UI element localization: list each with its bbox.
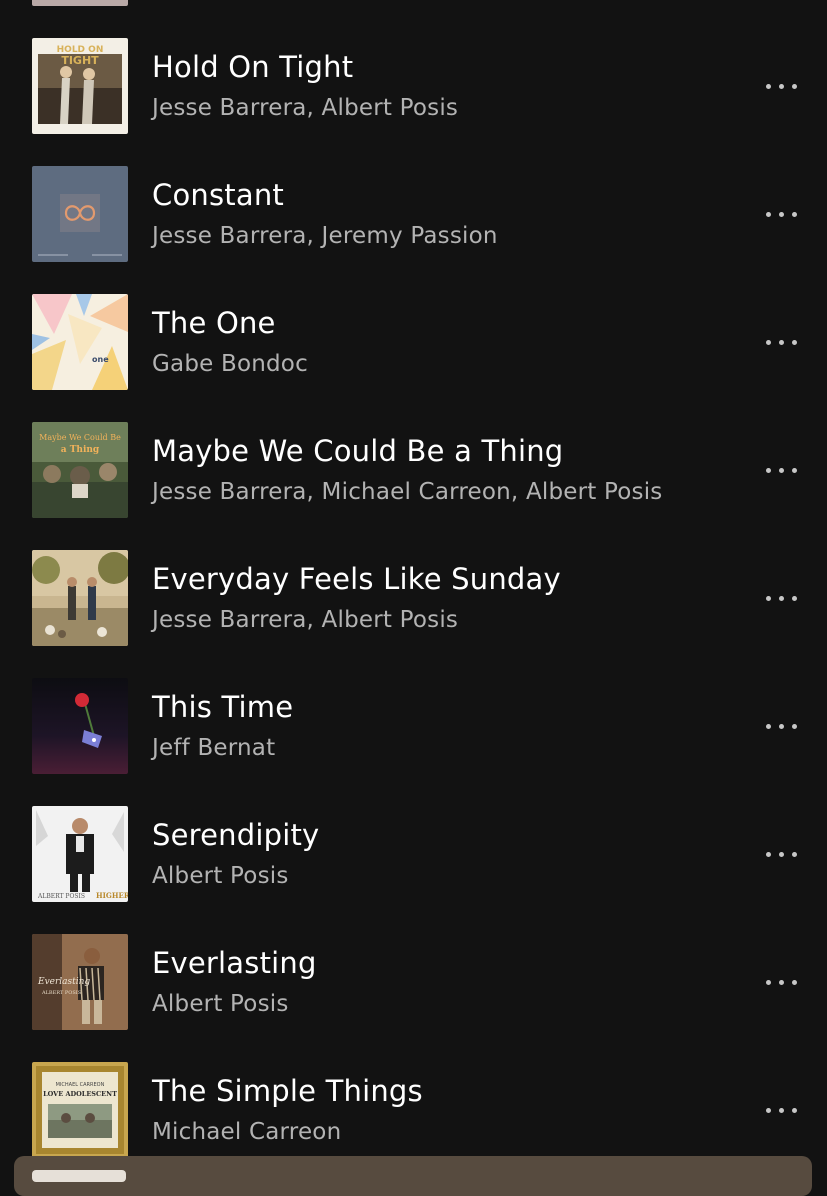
more-options-button[interactable] <box>761 200 801 228</box>
track-artists[interactable]: Jesse Barrera, Michael Carreon, Albert P… <box>152 478 662 506</box>
track-artists[interactable]: Jesse Barrera, Albert Posis <box>152 606 458 634</box>
more-horizontal-icon <box>765 979 797 985</box>
track-artists[interactable]: Albert Posis <box>152 862 289 890</box>
more-horizontal-icon <box>765 467 797 473</box>
more-horizontal-icon <box>765 851 797 857</box>
track-list: HOLD ON TIGHT Hold On Tight Jesse Barrer… <box>0 38 827 1190</box>
track-row[interactable]: This Time Jeff Bernat <box>0 678 827 774</box>
svg-text:LOVE ADOLESCENT: LOVE ADOLESCENT <box>43 1090 117 1098</box>
track-artists[interactable]: Jeff Bernat <box>152 734 275 762</box>
more-options-button[interactable] <box>761 968 801 996</box>
album-cover: HOLD ON TIGHT <box>32 38 128 134</box>
track-artists[interactable]: Albert Posis <box>152 990 289 1018</box>
album-cover <box>32 550 128 646</box>
track-artists[interactable]: Michael Carreon <box>152 1118 341 1146</box>
more-horizontal-icon <box>765 83 797 89</box>
album-cover: one <box>32 294 128 390</box>
track-artists[interactable]: Jesse Barrera, Jeremy Passion <box>152 222 498 250</box>
svg-text:a Thing: a Thing <box>61 445 100 455</box>
album-cover: Everlasting ALBERT POSIS <box>32 934 128 1030</box>
previous-track-cover-edge[interactable] <box>32 0 128 6</box>
track-row[interactable]: Everyday Feels Like Sunday Jesse Barrera… <box>0 550 827 646</box>
track-title[interactable]: Constant <box>152 178 284 212</box>
track-row[interactable]: Maybe We Could Be a Thing Maybe We Could… <box>0 422 827 518</box>
more-horizontal-icon <box>765 595 797 601</box>
svg-text:Maybe We Could Be: Maybe We Could Be <box>39 433 121 442</box>
more-horizontal-icon <box>765 1107 797 1113</box>
track-artists[interactable]: Gabe Bondoc <box>152 350 308 378</box>
album-cover <box>32 166 128 262</box>
svg-text:MICHAEL CARREON: MICHAEL CARREON <box>56 1082 105 1088</box>
more-options-button[interactable] <box>761 1096 801 1124</box>
track-row[interactable]: one The One Gabe Bondoc <box>0 294 827 390</box>
more-options-button[interactable] <box>761 584 801 612</box>
svg-text:one: one <box>92 355 109 364</box>
svg-text:ALBERT POSIS: ALBERT POSIS <box>41 990 82 996</box>
track-row[interactable]: HOLD ON TIGHT Hold On Tight Jesse Barrer… <box>0 38 827 134</box>
album-cover: ALBERT POSIS HIGHER <box>32 806 128 902</box>
more-options-button[interactable] <box>761 328 801 356</box>
track-title[interactable]: Serendipity <box>152 818 319 852</box>
svg-text:Everlasting: Everlasting <box>37 977 90 987</box>
more-options-button[interactable] <box>761 456 801 484</box>
track-row[interactable]: ALBERT POSIS HIGHER Serendipity Albert P… <box>0 806 827 902</box>
album-cover: MICHAEL CARREON LOVE ADOLESCENT <box>32 1062 128 1158</box>
album-cover <box>32 678 128 774</box>
more-horizontal-icon <box>765 211 797 217</box>
mini-player[interactable] <box>14 1156 812 1196</box>
track-row[interactable]: MICHAEL CARREON LOVE ADOLESCENT The Simp… <box>0 1062 827 1158</box>
more-options-button[interactable] <box>761 712 801 740</box>
svg-text:HIGHER: HIGHER <box>96 891 128 900</box>
track-row[interactable]: Everlasting ALBERT POSIS Everlasting Alb… <box>0 934 827 1030</box>
svg-text:ALBERT POSIS: ALBERT POSIS <box>37 893 85 900</box>
svg-text:TIGHT: TIGHT <box>61 54 99 67</box>
track-title[interactable]: The One <box>152 306 276 340</box>
track-title[interactable]: The Simple Things <box>152 1074 423 1108</box>
track-row[interactable]: Constant Jesse Barrera, Jeremy Passion <box>0 166 827 262</box>
track-title[interactable]: Maybe We Could Be a Thing <box>152 434 563 468</box>
more-horizontal-icon <box>765 723 797 729</box>
more-options-button[interactable] <box>761 72 801 100</box>
track-title[interactable]: Everlasting <box>152 946 317 980</box>
mini-player-cover <box>32 1170 126 1182</box>
more-horizontal-icon <box>765 339 797 345</box>
track-title[interactable]: This Time <box>152 690 293 724</box>
track-artists[interactable]: Jesse Barrera, Albert Posis <box>152 94 458 122</box>
track-title[interactable]: Hold On Tight <box>152 50 353 84</box>
track-title[interactable]: Everyday Feels Like Sunday <box>152 562 561 596</box>
more-options-button[interactable] <box>761 840 801 868</box>
album-cover: Maybe We Could Be a Thing <box>32 422 128 518</box>
